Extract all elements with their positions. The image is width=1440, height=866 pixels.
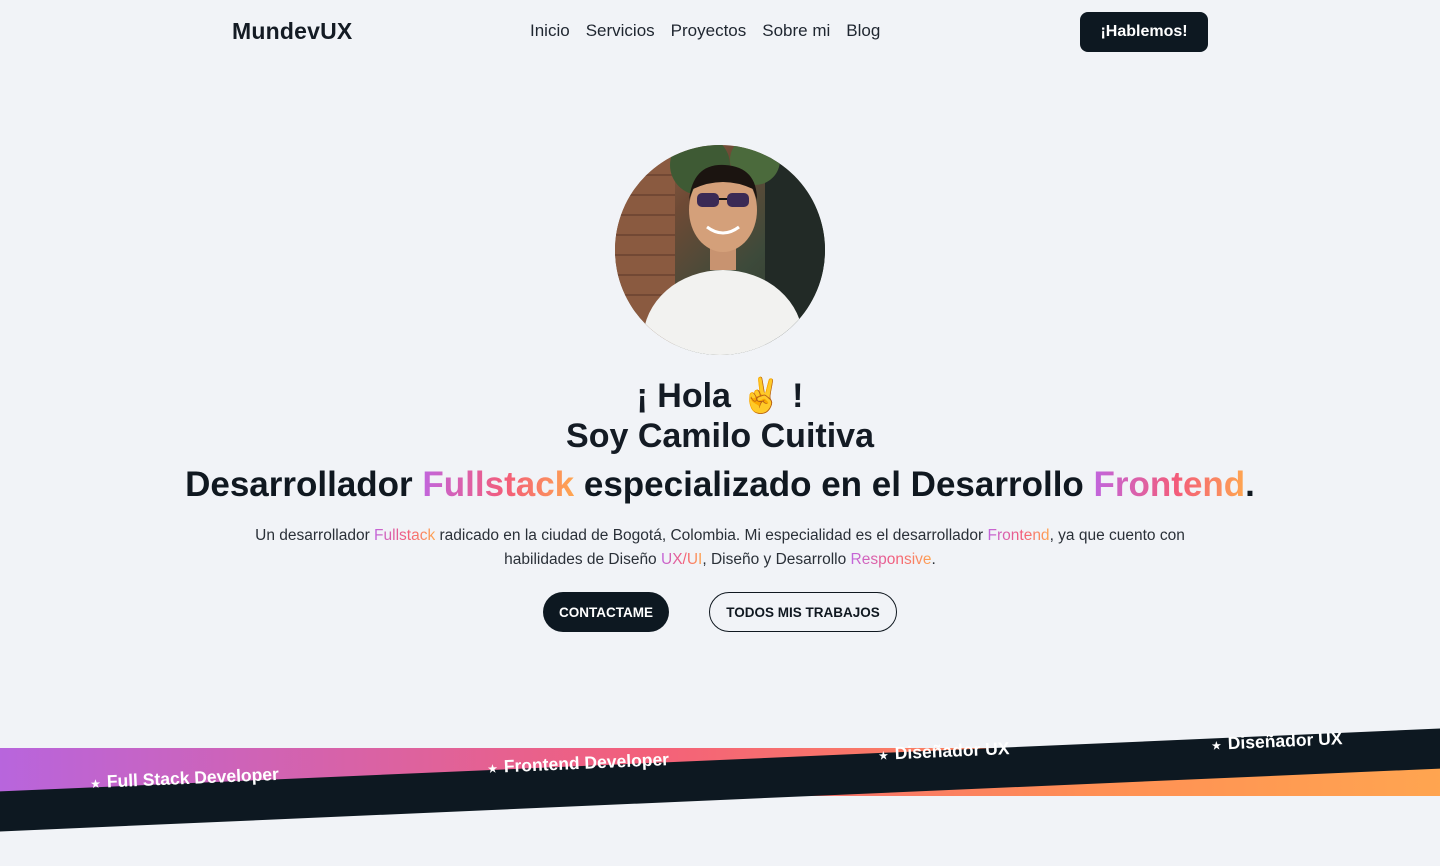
contactame-button[interactable]: CONTACTAME <box>543 592 669 632</box>
nav-item-proyectos[interactable]: Proyectos <box>671 21 747 41</box>
desc-highlight-frontend: Frontend <box>987 527 1050 544</box>
star-icon: ★ <box>877 748 890 763</box>
role-highlight-fullstack: Fullstack <box>422 465 575 504</box>
main-nav: Inicio Servicios Proyectos Sobre mi Blog <box>530 21 880 41</box>
profile-photo-illustration <box>615 145 825 355</box>
role-period: . <box>1245 465 1255 504</box>
desc-highlight-fullstack: Fullstack <box>374 527 436 544</box>
name-heading: Soy Camilo Cuitiva <box>566 417 874 455</box>
ribbon-tag-label: Diseñador UX <box>894 738 1010 764</box>
role-heading: Desarrollador Fullstack especializado en… <box>0 462 1440 508</box>
desc-highlight-uxui: UX/UI <box>661 551 703 568</box>
desc-text: , Diseño y Desarrollo <box>702 551 851 568</box>
nav-item-inicio[interactable]: Inicio <box>530 21 570 41</box>
star-icon: ★ <box>1210 738 1223 753</box>
desc-text: Un desarrollador <box>255 527 375 544</box>
desc-text: radicado en la ciudad de Bogotá, Colombi… <box>435 527 988 544</box>
hello-heading: ¡ Hola ✌️ ! <box>636 377 804 415</box>
desc-text: . <box>931 551 936 568</box>
hablemos-button[interactable]: ¡Hablemos! <box>1080 12 1208 52</box>
star-icon: ★ <box>486 761 499 776</box>
desc-highlight-responsive: Responsive <box>850 551 932 568</box>
profile-avatar <box>615 145 825 355</box>
star-icon: ★ <box>89 776 102 792</box>
nav-item-sobre-mi[interactable]: Sobre mi <box>762 21 830 41</box>
todos-mis-trabajos-button[interactable]: TODOS MIS TRABAJOS <box>709 592 897 632</box>
role-text: especializado en el Desarrollo <box>574 465 1094 504</box>
nav-item-blog[interactable]: Blog <box>846 21 880 41</box>
page: MundevUX Inicio Servicios Proyectos Sobr… <box>0 0 1440 866</box>
ribbon-tag-label: Diseñador UX <box>1227 728 1343 754</box>
hero-description: Un desarrollador Fullstack radicado en l… <box>240 524 1200 572</box>
nav-item-servicios[interactable]: Servicios <box>586 21 655 41</box>
role-text: Desarrollador <box>185 465 423 504</box>
role-highlight-frontend: Frontend <box>1093 465 1246 504</box>
site-logo[interactable]: MundevUX <box>232 18 352 45</box>
